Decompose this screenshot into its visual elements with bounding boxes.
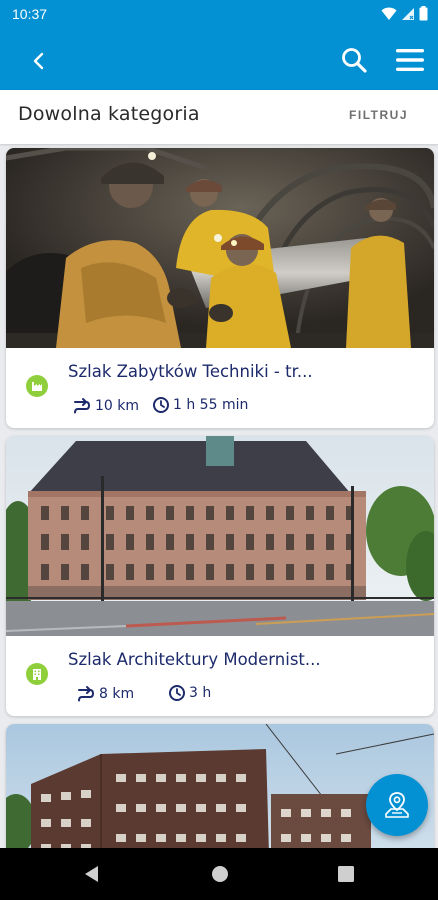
signal-icon [402,7,414,20]
filter-bar: Dowolna kategoria FILTRUJ [0,90,438,144]
route-photo-miners [6,148,434,348]
route-card[interactable]: Szlak Zabytków Techniki - tr... 10 km 1 … [6,148,434,428]
route-title: Szlak Architektury Modernist... [68,650,321,669]
status-icons [381,6,428,21]
route-duration: 3 h [168,684,211,702]
map-view-button[interactable] [366,774,428,836]
route-distance-value: 10 km [95,398,140,414]
route-duration-value: 3 h [189,685,212,701]
route-icon [74,398,91,414]
route-duration: 1 h 55 min [152,396,248,414]
back-button[interactable] [24,46,54,76]
route-icon [78,686,95,702]
hamburger-menu-icon [396,49,424,71]
route-info: Szlak Architektury Modernist... 8 km 3 h [6,636,434,716]
route-distance-value: 8 km [99,686,135,702]
app-bar [0,30,438,90]
map-pin-icon [385,792,409,818]
nav-home-icon[interactable] [210,864,230,884]
nav-recent-apps-icon[interactable] [337,865,355,883]
search-button[interactable] [338,44,370,76]
search-icon [342,48,367,73]
route-category-badge [26,663,48,685]
status-time: 10:37 [12,6,48,22]
clock-icon [153,397,169,413]
route-distance: 10 km [72,396,139,416]
route-duration-value: 1 h 55 min [173,397,249,413]
wifi-icon [381,7,397,20]
building-icon [33,669,41,680]
route-title: Szlak Zabytków Techniki - tr... [68,362,313,381]
route-info: Szlak Zabytków Techniki - tr... 10 km 1 … [6,348,434,428]
route-photo-building [6,436,434,636]
route-category-badge [26,375,48,397]
route-distance: 8 km [76,684,134,704]
menu-button[interactable] [393,44,427,76]
nav-back-icon[interactable] [82,864,102,884]
battery-icon [419,6,428,21]
category-selector[interactable]: Dowolna kategoria [18,103,200,125]
chevron-left-icon [33,52,44,70]
status-bar: 10:37 [0,0,438,30]
system-navigation-bar [0,848,438,900]
route-card[interactable]: Szlak Architektury Modernist... 8 km 3 h [6,436,434,716]
filter-button[interactable]: FILTRUJ [349,108,408,122]
clock-icon [169,685,185,701]
industry-icon [32,382,42,391]
